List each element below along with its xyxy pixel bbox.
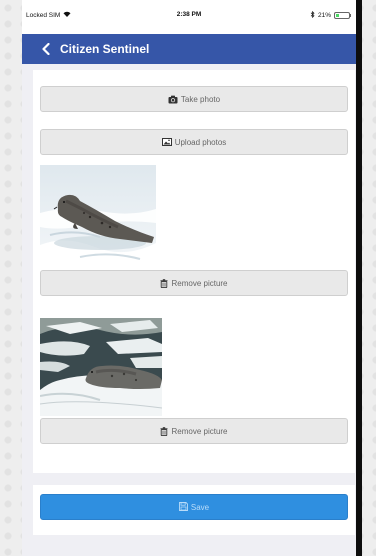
remove-picture-label: Remove picture: [171, 426, 228, 436]
upload-photos-button[interactable]: Upload photos: [40, 129, 348, 155]
battery-level-fill: [336, 14, 339, 17]
trash-icon: [160, 278, 168, 288]
page-title: Citizen Sentinel: [60, 42, 150, 56]
battery-percent: 21%: [317, 12, 331, 19]
save-button[interactable]: Save: [40, 494, 348, 520]
app-screen: Locked SIM 2:38 PM 21% Citizen Sentinel …: [22, 0, 356, 556]
remove-picture-label: Remove picture: [171, 278, 228, 288]
save-card: Save: [33, 485, 355, 535]
floppy-disk-icon: [178, 501, 188, 513]
trash-icon: [160, 426, 168, 436]
chevron-left-icon[interactable]: [38, 41, 54, 57]
device-frame: Locked SIM 2:38 PM 21% Citizen Sentinel …: [22, 0, 362, 556]
photos-card: Take photo Upload photos Remove picture …: [33, 70, 355, 473]
navigation-bar: Citizen Sentinel: [22, 34, 356, 64]
take-photo-button[interactable]: Take photo: [40, 86, 348, 112]
remove-picture-button-1[interactable]: Remove picture: [40, 270, 348, 296]
seal-photo-2: [40, 318, 162, 416]
image-icon: [161, 138, 172, 146]
take-photo-label: Take photo: [180, 94, 221, 104]
bluetooth-icon: [310, 10, 315, 20]
camera-icon: [168, 95, 178, 104]
battery-icon: [334, 12, 351, 19]
status-time: 2:38 PM: [176, 11, 202, 18]
status-bar: Locked SIM 2:38 PM 21%: [22, 0, 356, 34]
save-label: Save: [190, 502, 210, 512]
upload-photos-label: Upload photos: [174, 137, 227, 147]
remove-picture-button-2[interactable]: Remove picture: [40, 418, 348, 444]
seal-photo-1: [40, 165, 156, 268]
